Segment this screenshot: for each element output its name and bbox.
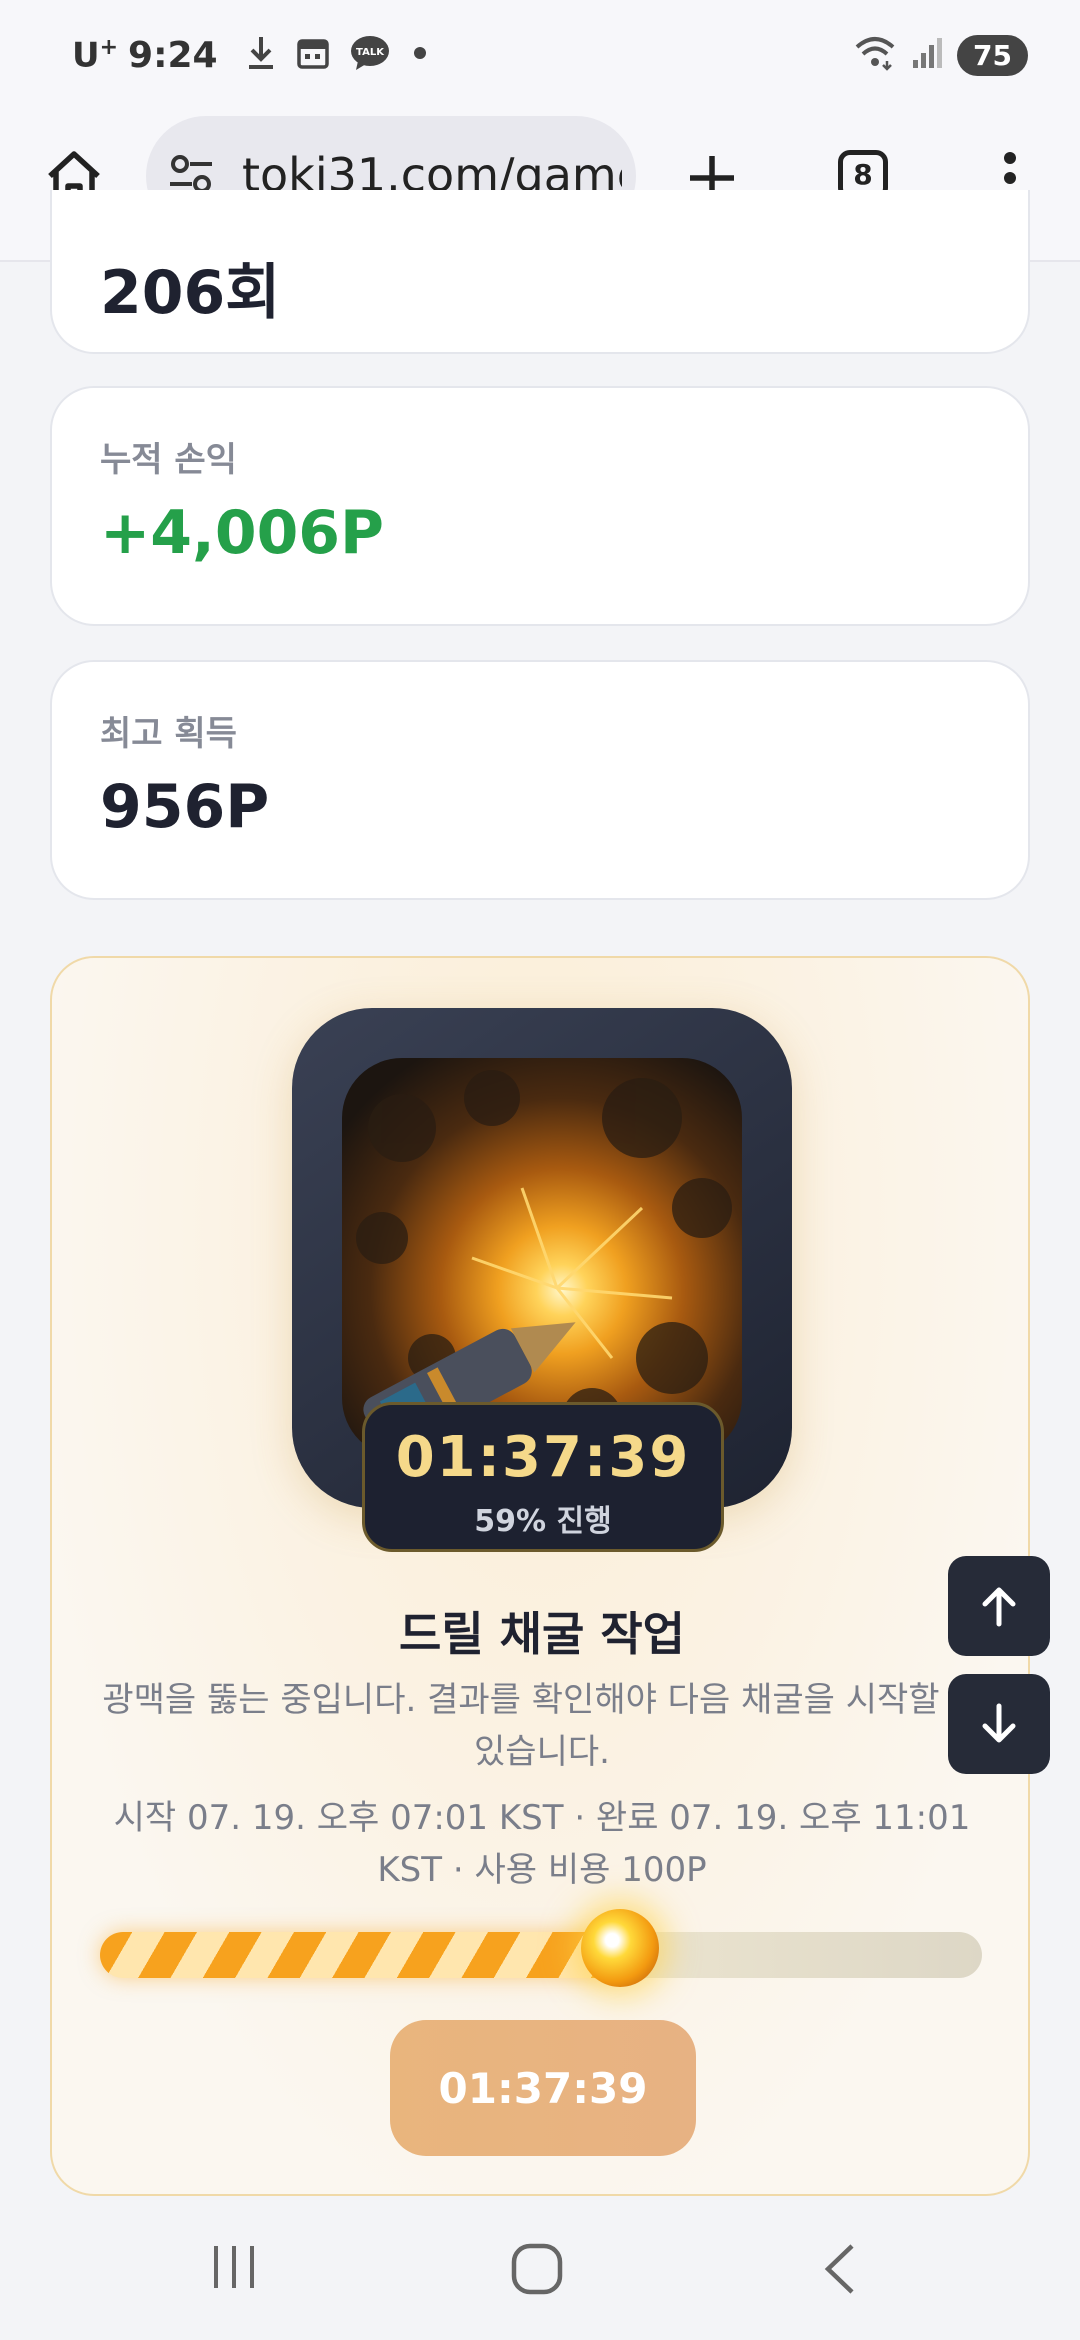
wifi-icon xyxy=(853,35,897,75)
mining-meta: 시작 07. 19. 오후 07:01 KST · 완료 07. 19. 오후 … xyxy=(113,1798,971,1890)
scroll-top-button[interactable] xyxy=(948,1556,1050,1656)
countdown-display: 01:37:39 59% 진행 xyxy=(362,1402,724,1552)
system-nav-bar xyxy=(0,2196,1080,2340)
calendar-icon xyxy=(296,36,330,74)
download-icon xyxy=(246,35,276,75)
dot-icon xyxy=(410,43,430,67)
back-icon xyxy=(824,2244,854,2294)
best-gain-value: 956P xyxy=(100,772,270,842)
home-nav-button[interactable] xyxy=(510,2242,564,2300)
mining-status-button[interactable]: 01:37:39 xyxy=(390,2020,696,2156)
mining-description: 광맥을 뚫는 중입니다. 결과를 확인해야 다음 채굴을 시작할 수 있습니다. xyxy=(102,1680,982,1772)
drill-mining-panel: 01:37:39 59% 진행 드릴 채굴 작업 광맥을 뚫는 중입니다. 결과… xyxy=(50,956,1030,2196)
status-time: 9:24 xyxy=(128,34,218,76)
drill-mining-image xyxy=(342,1058,742,1458)
recent-apps-icon xyxy=(214,2246,254,2288)
attempts-card: 206회 xyxy=(50,190,1030,354)
cumulative-profit-label: 누적 손익 xyxy=(100,440,237,480)
status-bar: U+ 9:24 TALK 75 xyxy=(0,0,1080,110)
mining-progress-bar xyxy=(100,1909,982,1987)
cumulative-profit-value: +4,006P xyxy=(100,498,385,568)
arrow-down-icon xyxy=(982,1703,1016,1743)
carrier-label: U+ xyxy=(72,34,119,76)
recent-apps-button[interactable] xyxy=(210,2242,260,2296)
svg-text:TALK: TALK xyxy=(356,47,385,58)
cumulative-profit-card: 누적 손익 +4,006P xyxy=(50,386,1030,626)
attempts-value: 206회 xyxy=(100,258,281,328)
arrow-up-icon xyxy=(982,1587,1016,1627)
talk-icon: TALK xyxy=(350,35,390,75)
best-gain-card: 최고 획득 956P xyxy=(50,660,1030,900)
scroll-bottom-button[interactable] xyxy=(948,1674,1050,1774)
mining-progress-fill xyxy=(100,1932,620,1978)
home-nav-icon xyxy=(511,2243,563,2295)
mining-title: 드릴 채굴 작업 xyxy=(399,1607,685,1661)
best-gain-label: 최고 획득 xyxy=(100,714,237,754)
signal-icon xyxy=(911,36,943,74)
progress-knob xyxy=(581,1909,659,1987)
battery-indicator: 75 xyxy=(957,34,1028,76)
progress-percent-label: 59% 진행 xyxy=(474,1504,612,1539)
countdown-timer: 01:37:39 xyxy=(395,1425,691,1490)
back-button[interactable] xyxy=(820,2242,860,2300)
